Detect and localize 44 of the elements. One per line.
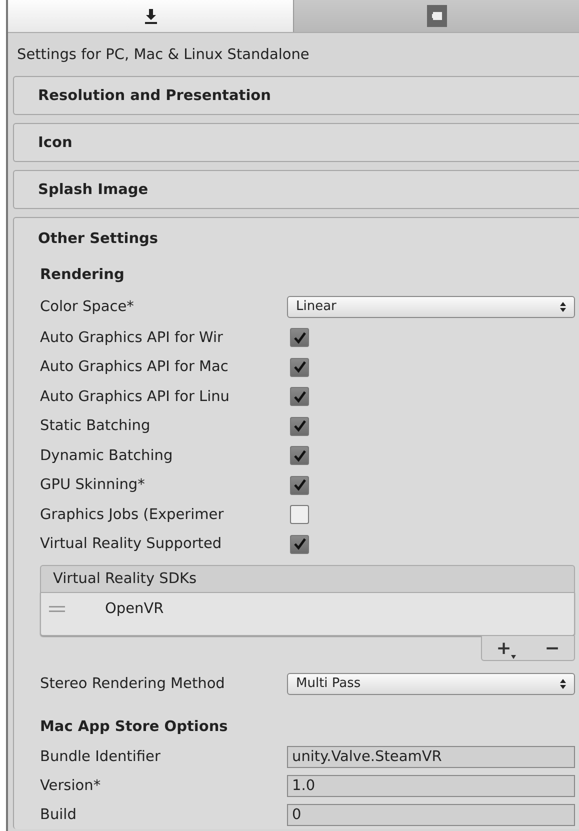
setting-label: Graphics Jobs (Experimer <box>40 506 225 523</box>
setting-label: Version* <box>40 778 102 794</box>
dropdown[interactable]: Multi Pass <box>287 672 575 694</box>
setting-label: Virtual Reality Supported <box>40 536 223 552</box>
checkbox[interactable] <box>290 476 309 495</box>
drag-handle-icon[interactable] <box>49 606 65 612</box>
section-header[interactable]: Icon <box>14 124 579 161</box>
checkbox[interactable] <box>290 328 309 348</box>
section-header[interactable]: Splash Image <box>14 171 579 208</box>
setting-label: Auto Graphics API for Linu <box>40 388 230 405</box>
group-heading: Rendering <box>39 266 126 285</box>
list-header: Virtual Reality SDKs <box>40 565 575 592</box>
caret-icon <box>511 654 516 658</box>
section-header[interactable]: Resolution and Presentation <box>14 77 579 114</box>
setting-label: Color Space* <box>40 298 135 314</box>
checkbox[interactable] <box>290 446 309 466</box>
setting-label: Build <box>40 806 78 822</box>
input-field[interactable]: 0 <box>287 804 575 826</box>
setting-label: Stereo Rendering Method <box>40 676 226 692</box>
add-button[interactable]: + <box>494 638 518 658</box>
window-icon <box>426 5 446 27</box>
remove-button[interactable]: − <box>542 638 562 658</box>
updown-icon <box>560 302 566 312</box>
checkbox[interactable] <box>290 358 309 377</box>
checkbox[interactable] <box>290 505 309 524</box>
platform-tab[interactable] <box>294 0 579 32</box>
setting-label: Auto Graphics API for Wir <box>40 330 224 346</box>
setting-label: Dynamic Batching <box>40 448 174 464</box>
input-field[interactable]: 1.0 <box>287 774 575 796</box>
checkbox[interactable] <box>290 534 309 554</box>
dropdown[interactable]: Linear <box>287 296 575 318</box>
platform-heading: Settings for PC, Mac & Linux Standalone <box>16 46 310 64</box>
list-item[interactable]: OpenVR <box>105 601 164 617</box>
setting-label: Bundle Identifier <box>40 748 162 764</box>
updown-icon <box>560 678 566 688</box>
group-heading: Mac App Store Options <box>39 718 229 737</box>
checkbox[interactable] <box>290 416 309 436</box>
input-field[interactable]: unity.Valve.SteamVR <box>287 746 575 768</box>
setting-label: Auto Graphics API for Mac <box>40 359 230 376</box>
setting-label: GPU Skinning* <box>40 477 146 494</box>
download-icon <box>144 8 158 24</box>
section-header[interactable]: Other Settings <box>14 218 579 260</box>
setting-label: Static Batching <box>40 418 152 434</box>
checkbox[interactable] <box>290 387 309 406</box>
